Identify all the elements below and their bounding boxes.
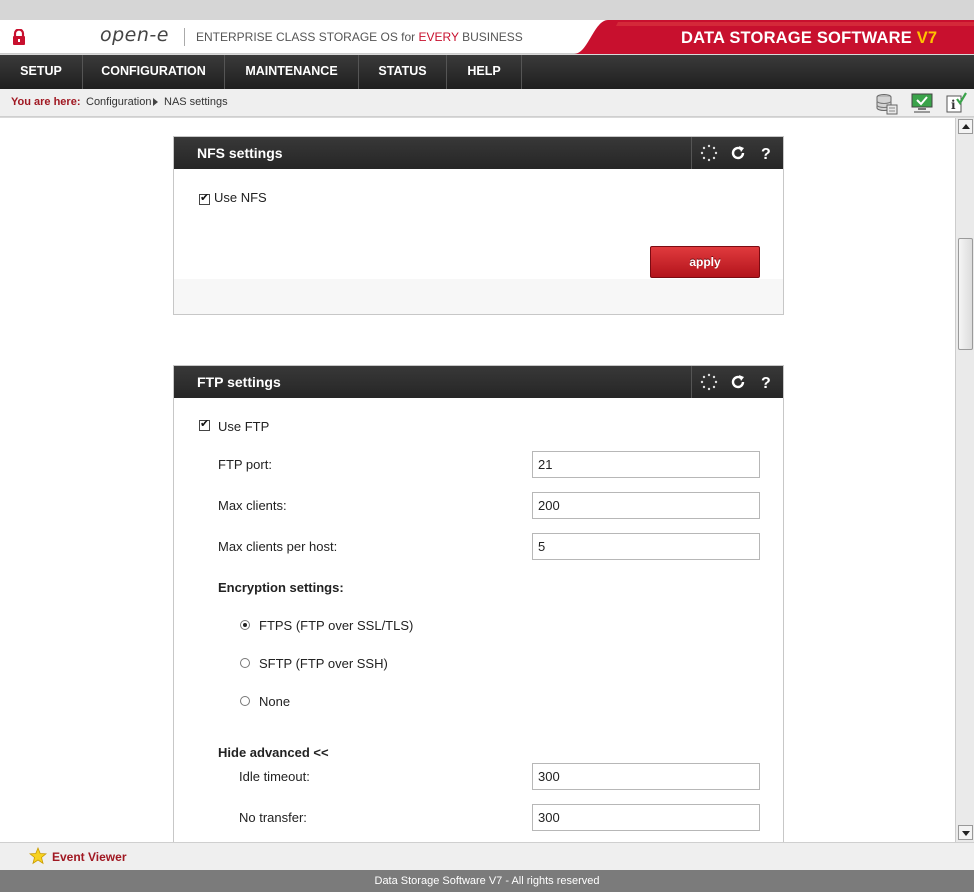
encryption-none-radio[interactable] xyxy=(240,696,250,706)
tagline-suffix: BUSINESS xyxy=(458,30,523,44)
header-divider xyxy=(184,28,185,46)
help-icon[interactable]: ? xyxy=(757,144,775,162)
encryption-sftp-label: SFTP (FTP over SSH) xyxy=(259,656,388,671)
max-clients-per-host-label: Max clients per host: xyxy=(218,539,338,554)
star-icon xyxy=(29,847,47,865)
nfs-panel-header: NFS settings ? xyxy=(174,137,783,169)
breadcrumb-item-configuration[interactable]: Configuration xyxy=(86,96,151,108)
ftp-port-label: FTP port: xyxy=(218,457,272,472)
loading-spinner-icon xyxy=(700,373,718,391)
monitor-check-icon[interactable] xyxy=(910,91,934,115)
scroll-down-button[interactable] xyxy=(958,825,973,840)
brand-title: DATA STORAGE SOFTWARE V7 xyxy=(681,29,937,48)
nfs-panel-body: Use NFS apply xyxy=(174,169,783,279)
use-nfs-checkbox[interactable] xyxy=(199,191,210,205)
info-status-icon[interactable]: i xyxy=(944,91,968,115)
menu-maintenance[interactable]: MAINTENANCE xyxy=(225,55,359,89)
footer-copyright: Data Storage Software V7 - All rights re… xyxy=(374,875,600,887)
app-window: open-e ENTERPRISE CLASS STORAGE OS for E… xyxy=(0,0,974,892)
ftp-settings-panel: FTP settings ? ✔ Use FTP FTP port: 21 Ma… xyxy=(173,365,784,842)
nfs-settings-panel: NFS settings ? ✔ Use NFS apply xyxy=(173,136,784,315)
tagline-prefix: ENTERPRISE CLASS STORAGE OS for xyxy=(196,30,419,44)
main-menu: SETUP CONFIGURATION MAINTENANCE STATUS H… xyxy=(0,55,974,89)
menu-status[interactable]: STATUS xyxy=(359,55,447,89)
scroll-thumb[interactable] xyxy=(958,238,973,350)
idle-timeout-input[interactable] xyxy=(532,763,760,790)
content-area: NFS settings ? ✔ Use NFS apply FTP setti… xyxy=(0,118,955,842)
tagline-highlight: EVERY xyxy=(418,30,459,44)
use-ftp-label: Use FTP xyxy=(218,419,270,434)
use-nfs-label: Use NFS xyxy=(214,190,267,205)
nfs-panel-title: NFS settings xyxy=(197,145,283,161)
breadcrumb: You are here: Configuration NAS settings… xyxy=(0,89,974,117)
max-clients-per-host-input[interactable] xyxy=(532,533,760,560)
hide-advanced-toggle[interactable]: Hide advanced << xyxy=(218,745,329,760)
event-viewer-link[interactable]: Event Viewer xyxy=(52,850,126,864)
ftp-panel-title: FTP settings xyxy=(197,374,281,390)
nfs-apply-button[interactable]: apply xyxy=(650,246,760,278)
brand-name: DATA STORAGE SOFTWARE xyxy=(681,29,917,47)
idle-timeout-label: Idle timeout: xyxy=(239,769,310,784)
no-transfer-label: No transfer: xyxy=(239,810,307,825)
footer: Data Storage Software V7 - All rights re… xyxy=(0,870,974,892)
no-transfer-input[interactable] xyxy=(532,804,760,831)
header-tagline: ENTERPRISE CLASS STORAGE OS for EVERY BU… xyxy=(196,30,523,44)
header: open-e ENTERPRISE CLASS STORAGE OS for E… xyxy=(0,20,974,54)
refresh-icon[interactable] xyxy=(729,373,747,391)
svg-text:?: ? xyxy=(761,375,771,391)
loading-spinner-icon xyxy=(700,144,718,162)
menu-configuration[interactable]: CONFIGURATION xyxy=(83,55,225,89)
database-settings-icon[interactable] xyxy=(874,91,898,115)
breadcrumb-item-nas-settings: NAS settings xyxy=(164,96,228,108)
ftp-panel-header: FTP settings ? xyxy=(174,366,783,398)
max-clients-input[interactable] xyxy=(532,492,760,519)
help-icon[interactable]: ? xyxy=(757,373,775,391)
max-clients-label: Max clients: xyxy=(218,498,287,513)
encryption-ftps-label: FTPS (FTP over SSL/TLS) xyxy=(259,618,414,633)
breadcrumb-arrow-icon xyxy=(153,98,158,106)
breadcrumb-label: You are here: xyxy=(11,96,81,108)
encryption-none-label: None xyxy=(259,694,291,709)
encryption-settings-heading: Encryption settings: xyxy=(218,580,344,595)
ftp-panel-tools: ? xyxy=(691,366,783,398)
brand-version: V7 xyxy=(916,29,938,47)
vertical-scrollbar[interactable] xyxy=(955,118,974,842)
ftp-panel-body: Use FTP FTP port: Max clients: Max clien… xyxy=(174,398,783,842)
lock-icon xyxy=(13,29,25,45)
use-ftp-checkbox[interactable] xyxy=(199,417,210,431)
encryption-ftps-radio[interactable] xyxy=(240,620,250,630)
svg-text:?: ? xyxy=(761,146,771,162)
open-e-logo: open-e xyxy=(100,24,169,46)
refresh-icon[interactable] xyxy=(729,144,747,162)
menu-setup[interactable]: SETUP xyxy=(0,55,83,89)
nfs-panel-tools: ? xyxy=(691,137,783,169)
window-top-strip xyxy=(0,0,974,20)
scroll-up-button[interactable] xyxy=(958,119,973,134)
event-viewer-bar: Event Viewer xyxy=(0,842,974,870)
svg-text:i: i xyxy=(951,98,956,112)
menu-help[interactable]: HELP xyxy=(447,55,522,89)
ftp-port-input[interactable] xyxy=(532,451,760,478)
encryption-sftp-radio[interactable] xyxy=(240,658,250,668)
